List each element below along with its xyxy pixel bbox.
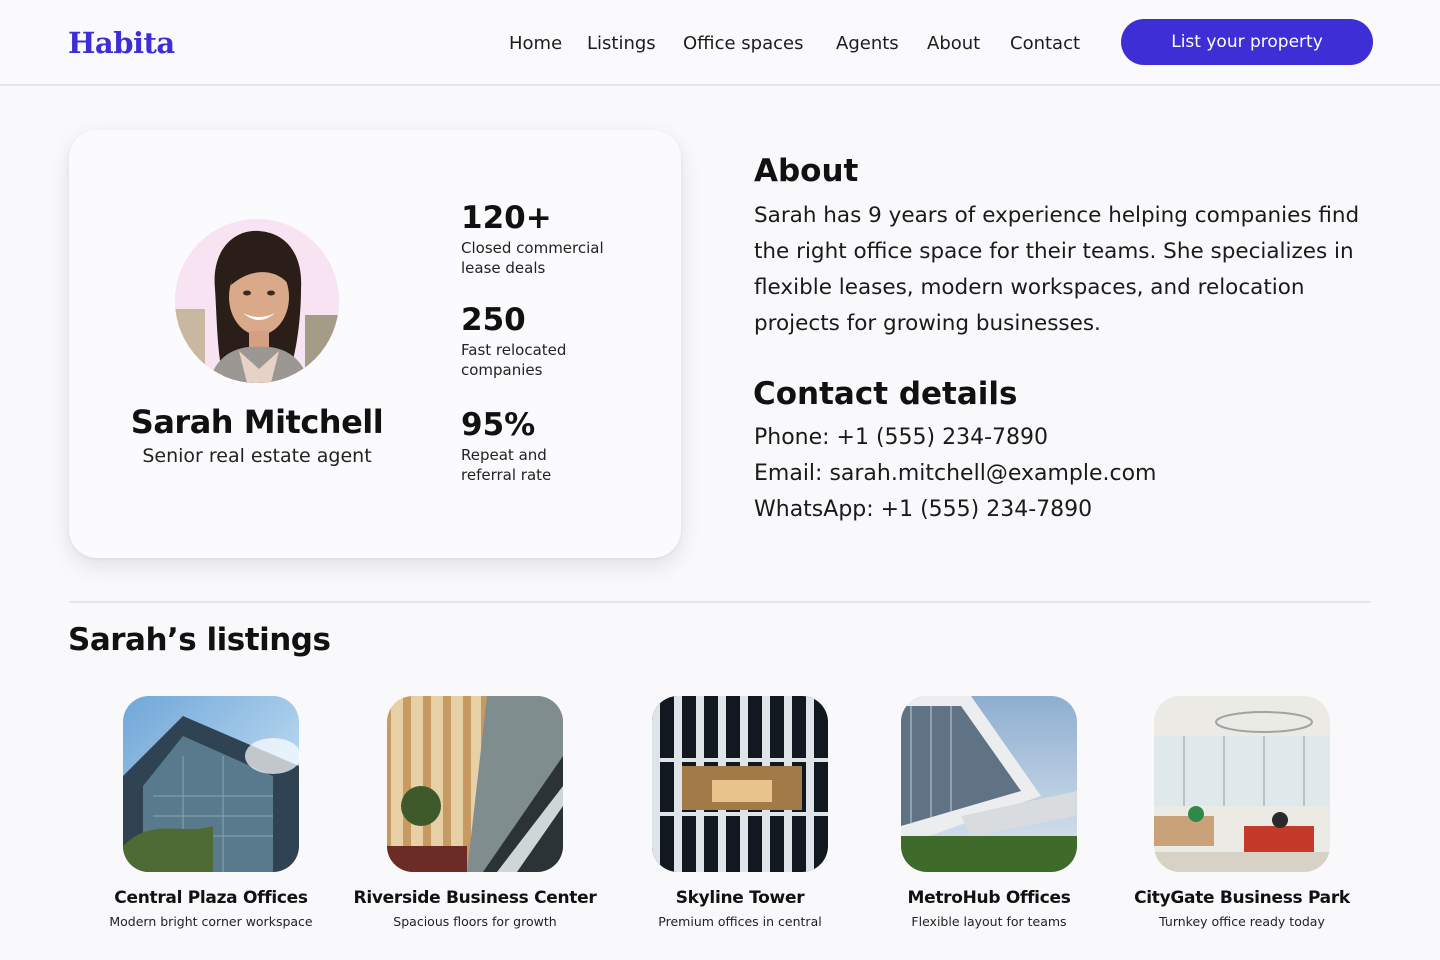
stat-label: Fast relocated companies: [461, 340, 661, 380]
stat-label-line: Repeat and: [461, 446, 547, 464]
stat-label: Repeat and referral rate: [461, 445, 661, 485]
contact-email[interactable]: Email: sarah.mitchell@example.com: [754, 461, 1157, 486]
listing-image[interactable]: [387, 696, 563, 872]
top-nav: Habita Home Listings Office spaces Agent…: [0, 0, 1440, 86]
listing-title[interactable]: Central Plaza Offices: [71, 888, 351, 908]
stat-value: 250: [461, 302, 526, 338]
listing-card[interactable]: CityGate Business Park Turnkey office re…: [1102, 696, 1382, 929]
nav-link-home[interactable]: Home: [509, 33, 562, 54]
nav-link-listings[interactable]: Listings: [587, 33, 656, 54]
listing-image[interactable]: [652, 696, 828, 872]
avatar: [175, 219, 339, 383]
section-divider: [69, 601, 1371, 603]
agent-profile-card: Sarah Mitchell Senior real estate agent …: [69, 130, 681, 558]
listing-description: Turnkey office ready today: [1159, 914, 1325, 929]
listing-image[interactable]: [1154, 696, 1330, 872]
about-text: Sarah has 9 years of experience helping …: [754, 203, 1360, 336]
stat-relocated-companies: 250 Fast relocated companies: [461, 302, 661, 380]
stat-referral-rate: 95% Repeat and referral rate: [461, 407, 661, 485]
stat-label-line: referral rate: [461, 466, 552, 484]
stat-label-line: Fast relocated: [461, 341, 567, 359]
stat-label-line: Closed commercial: [461, 239, 604, 257]
listing-title[interactable]: Riverside Business Center: [335, 888, 615, 908]
nav-link-agents[interactable]: Agents: [836, 33, 899, 54]
listings-heading: Sarah’s listings: [68, 622, 331, 658]
listing-image[interactable]: [123, 696, 299, 872]
nav-link-contact[interactable]: Contact: [1010, 33, 1080, 54]
list-property-button[interactable]: List your property: [1121, 19, 1373, 65]
listing-description: Spacious floors for growth: [393, 914, 557, 929]
contact-phone[interactable]: Phone: +1 (555) 234-7890: [754, 425, 1048, 450]
listing-title[interactable]: Skyline Tower: [600, 888, 880, 908]
listing-description: Premium offices in central: [658, 914, 822, 929]
listing-card[interactable]: Skyline Tower Premium offices in central: [600, 696, 880, 929]
nav-link-about[interactable]: About: [927, 33, 980, 54]
agent-portrait-image: [175, 219, 339, 383]
stat-closed-deals: 120+ Closed commercial lease deals: [461, 200, 661, 278]
listing-title[interactable]: MetroHub Offices: [849, 888, 1129, 908]
listing-image[interactable]: [901, 696, 1077, 872]
nav-link-office-spaces[interactable]: Office spaces: [683, 33, 803, 54]
listing-description: Flexible layout for teams: [911, 914, 1067, 929]
about-heading: About: [754, 153, 859, 189]
stat-value: 120+: [461, 200, 552, 236]
contact-whatsapp[interactable]: WhatsApp: +1 (555) 234-7890: [754, 497, 1092, 522]
stat-label-line: companies: [461, 361, 543, 379]
contact-heading: Contact details: [753, 376, 1018, 412]
stat-value: 95%: [461, 407, 536, 443]
listing-description: Modern bright corner workspace: [109, 914, 313, 929]
listing-card[interactable]: Central Plaza Offices Modern bright corn…: [71, 696, 351, 929]
listing-card[interactable]: MetroHub Offices Flexible layout for tea…: [849, 696, 1129, 929]
listing-title[interactable]: CityGate Business Park: [1102, 888, 1382, 908]
agent-name: Sarah Mitchell: [130, 403, 384, 441]
stat-label-line: lease deals: [461, 259, 546, 277]
stat-label: Closed commercial lease deals: [461, 238, 661, 278]
agent-role: Senior real estate agent: [142, 445, 372, 467]
listing-card[interactable]: Riverside Business Center Spacious floor…: [335, 696, 615, 929]
